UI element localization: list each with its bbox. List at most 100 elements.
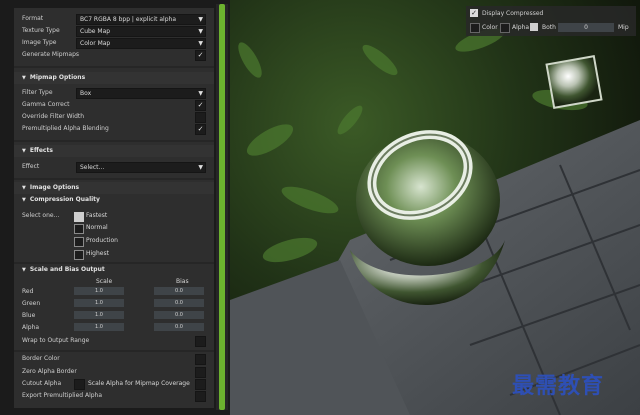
divider [14, 262, 214, 264]
chevron-down-icon: ▼ [198, 16, 203, 23]
premultiplied-alpha-label: Premultiplied Alpha Blending [22, 125, 109, 132]
alpha-bias-field[interactable]: 0.0 [154, 323, 204, 331]
green-row: Green 1.0 0.0 [18, 299, 210, 309]
blue-bias-field[interactable]: 0.0 [154, 311, 204, 319]
image-options-header[interactable]: ▼ Image Options [14, 182, 214, 194]
display-compressed-label: Display Compressed [482, 10, 544, 17]
override-filter-width-row: Override Filter Width [18, 112, 210, 123]
compression-quality-header[interactable]: ▼ Compression Quality [18, 195, 100, 205]
mip-level-field[interactable]: 0 [558, 23, 614, 32]
red-label: Red [22, 288, 34, 295]
divider [14, 178, 214, 180]
filter-type-dropdown[interactable]: Box ▼ [76, 88, 206, 99]
blue-scale-field[interactable]: 1.0 [74, 311, 124, 319]
divider [14, 140, 214, 142]
export-premult-label: Export Premultiplied Alpha [22, 392, 103, 399]
generate-mipmaps-row: Generate Mipmaps ✓ [18, 50, 210, 61]
triangle-down-icon: ▼ [22, 148, 26, 154]
red-bias-field[interactable]: 0.0 [154, 287, 204, 295]
image-type-row: Image Type Color Map ▼ [18, 38, 210, 49]
scale-column-header: Scale [96, 278, 113, 285]
border-color-row: Border Color [18, 354, 210, 365]
color-label: Color [482, 24, 498, 31]
triangle-down-icon: ▼ [22, 267, 26, 273]
alpha-view-label: Alpha [512, 24, 530, 31]
cutout-alpha-row: Cutout Alpha Scale Alpha for Mipmap Cove… [18, 379, 210, 390]
texture-type-row: Texture Type Cube Map ▼ [18, 26, 210, 37]
color-checkbox[interactable] [470, 23, 480, 33]
wrap-output-label: Wrap to Output Range [22, 337, 90, 344]
premultiplied-alpha-row: Premultiplied Alpha Blending ✓ [18, 124, 210, 135]
effect-row: Effect Select... ▼ [18, 162, 210, 173]
divider [14, 66, 214, 68]
divider [14, 350, 214, 352]
red-row: Red 1.0 0.0 [18, 287, 210, 297]
image-type-dropdown[interactable]: Color Map ▼ [76, 38, 206, 49]
effect-dropdown[interactable]: Select... ▼ [76, 162, 206, 173]
format-row: Format BC7 RGBA 8 bpp | explicit alpha ▼ [18, 14, 210, 25]
both-checkbox[interactable] [530, 23, 538, 31]
watermark-text: 最需教育 [512, 374, 605, 399]
mip-label: Mip [618, 24, 629, 31]
both-label: Both [542, 24, 556, 31]
border-color-label: Border Color [22, 355, 60, 362]
gamma-correct-label: Gamma Correct [22, 101, 70, 108]
wrap-output-checkbox[interactable] [195, 336, 206, 347]
triangle-down-icon: ▼ [22, 185, 26, 191]
chevron-down-icon: ▼ [198, 28, 203, 35]
chevron-down-icon: ▼ [198, 164, 203, 171]
filter-type-row: Filter Type Box ▼ [18, 88, 210, 99]
display-compressed-checkbox[interactable]: ✓ [470, 9, 478, 17]
export-premult-row: Export Premultiplied Alpha [18, 391, 210, 402]
generate-mipmaps-checkbox[interactable]: ✓ [195, 50, 206, 61]
override-filter-width-checkbox[interactable] [195, 112, 206, 123]
chevron-down-icon: ▼ [198, 40, 203, 47]
green-label: Green [22, 300, 41, 307]
alpha-row: Alpha 1.0 0.0 [18, 323, 210, 333]
mipmap-options-header[interactable]: ▼ Mipmap Options [14, 72, 214, 84]
radio-box [74, 224, 84, 234]
chevron-down-icon: ▼ [198, 90, 203, 97]
scale-alpha-checkbox[interactable] [195, 379, 206, 390]
red-scale-field[interactable]: 1.0 [74, 287, 124, 295]
format-label: Format [22, 15, 44, 22]
select-one-row: Select one... [18, 211, 210, 221]
viewer-controls: ✓ Display Compressed Color Alpha Both 0 … [466, 6, 636, 36]
splitter-handle[interactable] [219, 4, 225, 410]
texture-type-label: Texture Type [22, 27, 60, 34]
texture-type-dropdown[interactable]: Cube Map ▼ [76, 26, 206, 37]
radio-box [74, 212, 84, 222]
export-premult-checkbox[interactable] [195, 391, 206, 402]
zero-alpha-label: Zero Alpha Border [22, 368, 77, 375]
triangle-down-icon: ▼ [22, 75, 26, 81]
cutout-alpha-label: Cutout Alpha [22, 380, 62, 387]
generate-mipmaps-label: Generate Mipmaps [22, 51, 80, 58]
border-color-checkbox[interactable] [195, 354, 206, 365]
premultiplied-alpha-checkbox[interactable]: ✓ [195, 124, 206, 135]
image-type-label: Image Type [22, 39, 57, 46]
radio-box [74, 250, 84, 260]
texture-options-panel: Format BC7 RGBA 8 bpp | explicit alpha ▼ … [14, 8, 214, 408]
gamma-correct-checkbox[interactable]: ✓ [195, 100, 206, 111]
blue-label: Blue [22, 312, 36, 319]
wrap-output-row: Wrap to Output Range [18, 336, 210, 347]
override-filter-width-label: Override Filter Width [22, 113, 85, 120]
panel-splitter[interactable] [216, 4, 228, 410]
preview-scene [230, 0, 640, 415]
green-bias-field[interactable]: 0.0 [154, 299, 204, 307]
texture-preview-viewport[interactable] [230, 0, 640, 415]
effect-label: Effect [22, 163, 40, 170]
triangle-down-icon: ▼ [22, 197, 26, 203]
alpha-checkbox[interactable] [500, 23, 510, 33]
alpha-scale-field[interactable]: 1.0 [74, 323, 124, 331]
zero-alpha-checkbox[interactable] [195, 367, 206, 378]
effects-header[interactable]: ▼ Effects [14, 145, 214, 157]
green-scale-field[interactable]: 1.0 [74, 299, 124, 307]
bias-column-header: Bias [176, 278, 189, 285]
scale-alpha-label: Scale Alpha for Mipmap Coverage [88, 380, 190, 387]
format-dropdown[interactable]: BC7 RGBA 8 bpp | explicit alpha ▼ [76, 14, 206, 25]
cutout-alpha-checkbox[interactable] [74, 379, 85, 390]
filter-type-label: Filter Type [22, 89, 53, 96]
scale-bias-header[interactable]: ▼ Scale and Bias Output [18, 265, 105, 275]
radio-box [74, 237, 84, 247]
